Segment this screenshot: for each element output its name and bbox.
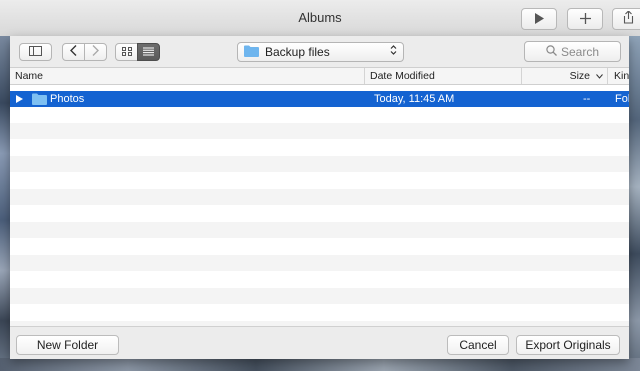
empty-row <box>10 288 629 304</box>
chevron-right-icon <box>92 45 99 59</box>
play-button[interactable] <box>521 8 557 30</box>
cancel-button[interactable]: Cancel <box>447 335 509 355</box>
export-originals-button[interactable]: Export Originals <box>516 335 620 355</box>
file-list: Photos Today, 11:45 AM -- Fol <box>10 85 629 326</box>
empty-row <box>10 222 629 238</box>
back-button[interactable] <box>62 43 85 61</box>
column-header-name[interactable]: Name <box>10 68 365 84</box>
list-item-photos[interactable]: Photos Today, 11:45 AM -- Fol <box>10 91 629 107</box>
up-down-chevron-icon <box>390 44 397 57</box>
photo-thumbnails-bottom <box>0 358 640 371</box>
chevron-left-icon <box>70 45 77 59</box>
column-header-size-label: Size <box>569 70 590 82</box>
location-label: Backup files <box>265 45 330 59</box>
plus-icon <box>579 12 591 27</box>
photo-thumbnails-left <box>0 36 10 371</box>
forward-button[interactable] <box>84 43 107 61</box>
sidebar-toggle-button[interactable] <box>19 43 52 61</box>
icon-view-button[interactable] <box>115 43 138 61</box>
play-icon <box>534 12 544 27</box>
new-folder-button[interactable]: New Folder <box>16 335 119 355</box>
share-icon <box>623 10 634 27</box>
export-sheet: Backup files Search Name Date Modified S… <box>10 36 629 359</box>
list-view-button[interactable] <box>137 43 160 61</box>
folder-icon <box>32 91 47 107</box>
location-popup[interactable]: Backup files <box>237 42 404 62</box>
row-name: Photos <box>50 93 85 105</box>
background-window-titlebar: Albums <box>0 0 640 37</box>
column-header-size[interactable]: Size <box>522 68 608 84</box>
sheet-footer: New Folder Cancel Export Originals <box>10 326 629 359</box>
magnifier-icon <box>546 44 557 59</box>
disclosure-triangle-icon[interactable] <box>16 91 23 107</box>
sidebar-icon <box>29 45 42 59</box>
row-size: -- <box>583 93 591 105</box>
column-header: Name Date Modified Size Kin <box>10 67 629 85</box>
column-header-kind[interactable]: Kin <box>608 68 629 84</box>
row-kind: Fol <box>615 93 629 105</box>
empty-row <box>10 123 629 139</box>
photo-thumbnails-right <box>628 36 640 371</box>
share-button[interactable] <box>612 8 640 30</box>
folder-icon <box>244 45 259 60</box>
add-button[interactable] <box>567 8 603 30</box>
row-date-modified: Today, 11:45 AM <box>374 93 455 105</box>
search-field[interactable]: Search <box>524 41 621 62</box>
chevron-down-icon <box>596 68 603 84</box>
empty-row <box>10 189 629 205</box>
empty-row <box>10 156 629 172</box>
list-icon <box>143 45 154 59</box>
search-placeholder: Search <box>560 44 600 59</box>
sheet-toolbar: Backup files Search <box>10 36 629 67</box>
grid-icon <box>121 45 132 59</box>
empty-row <box>10 255 629 271</box>
column-header-date-modified[interactable]: Date Modified <box>365 68 522 84</box>
